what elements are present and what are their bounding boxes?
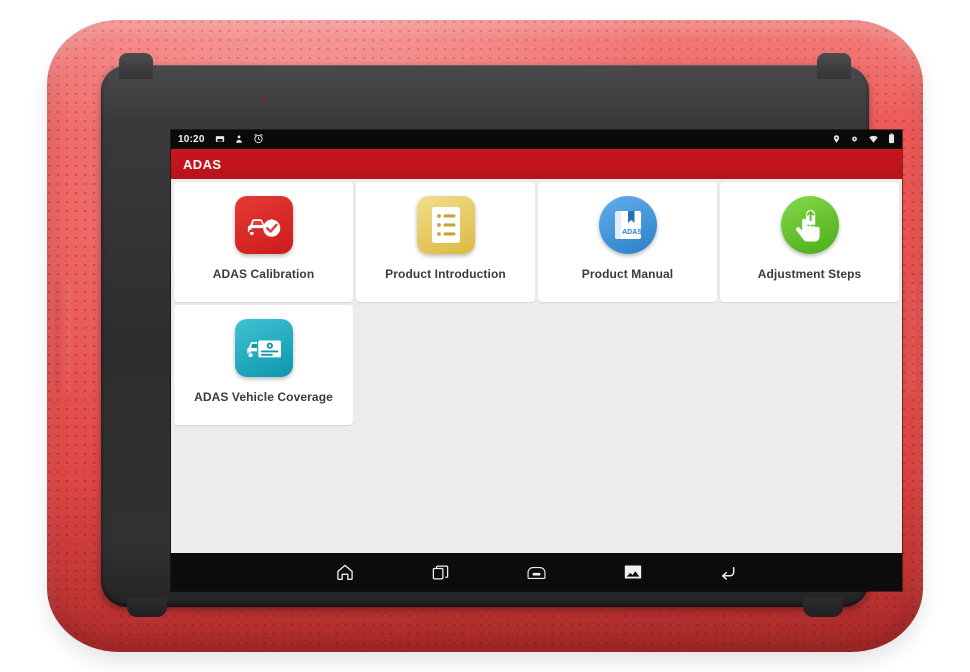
status-bar: 10:20 [171,130,902,149]
image-icon[interactable] [616,557,650,587]
book-label: ADAS [622,229,642,236]
chassis-shoulder-right [817,53,851,79]
tile-icon-wrapper [233,194,295,256]
tile-icon-wrapper [415,194,477,256]
tile-label: ADAS Calibration [212,267,315,281]
adas-book-icon: ADAS [598,196,657,254]
recent-apps-icon[interactable] [424,557,458,587]
location-icon [832,131,841,149]
chassis-notch-bottom-left [127,597,167,617]
person-icon [234,131,244,149]
status-clock: 10:20 [178,134,205,145]
tile-adjustment-steps[interactable]: Adjustment Steps [720,182,899,302]
hand-tap-icon [780,196,839,254]
status-left-icons [215,131,264,149]
navigation-bar [171,553,902,591]
tile-product-manual[interactable]: ADAS Product Manual [538,182,717,302]
tile-adas-calibration[interactable]: ADAS Calibration [174,182,353,302]
tile-grid: ADAS Calibration Product Introduction AD… [171,179,902,553]
tile-icon-wrapper [233,317,295,379]
tablet-device: 10:20 ADAS ADAS Calibration Product Intr… [47,20,923,652]
battery-icon [888,131,895,149]
tile-label: ADAS Vehicle Coverage [194,390,333,404]
car-calibration-icon [234,196,293,254]
tile-label: Product Introduction [385,267,506,281]
tile-label: Product Manual [581,267,674,281]
chassis-notch-bottom-right [803,597,843,617]
obd-connector-icon[interactable] [520,557,554,587]
chassis-shoulder-left [119,53,153,79]
tile-product-introduction[interactable]: Product Introduction [356,182,535,302]
bluetooth-icon [850,131,859,149]
tile-icon-wrapper [779,194,841,256]
document-list-icon [416,196,475,254]
wifi-icon [868,131,879,149]
bumper-grip-left [55,276,71,396]
app-title-bar: ADAS [171,149,902,179]
tile-icon-wrapper: ADAS [597,194,659,256]
alarm-mute-icon [253,131,264,149]
sd-card-icon [215,131,225,149]
tablet-screen: 10:20 ADAS ADAS Calibration Product Intr… [171,130,902,591]
tile-adas-vehicle-coverage[interactable]: ADAS Vehicle Coverage [174,305,353,425]
status-right-icons [832,131,895,149]
tile-label: Adjustment Steps [757,267,862,281]
back-arrow-icon[interactable] [712,557,746,587]
car-document-icon [234,319,293,377]
home-icon[interactable] [328,557,362,587]
front-camera-icon [261,97,266,102]
page-title: ADAS [183,156,222,172]
